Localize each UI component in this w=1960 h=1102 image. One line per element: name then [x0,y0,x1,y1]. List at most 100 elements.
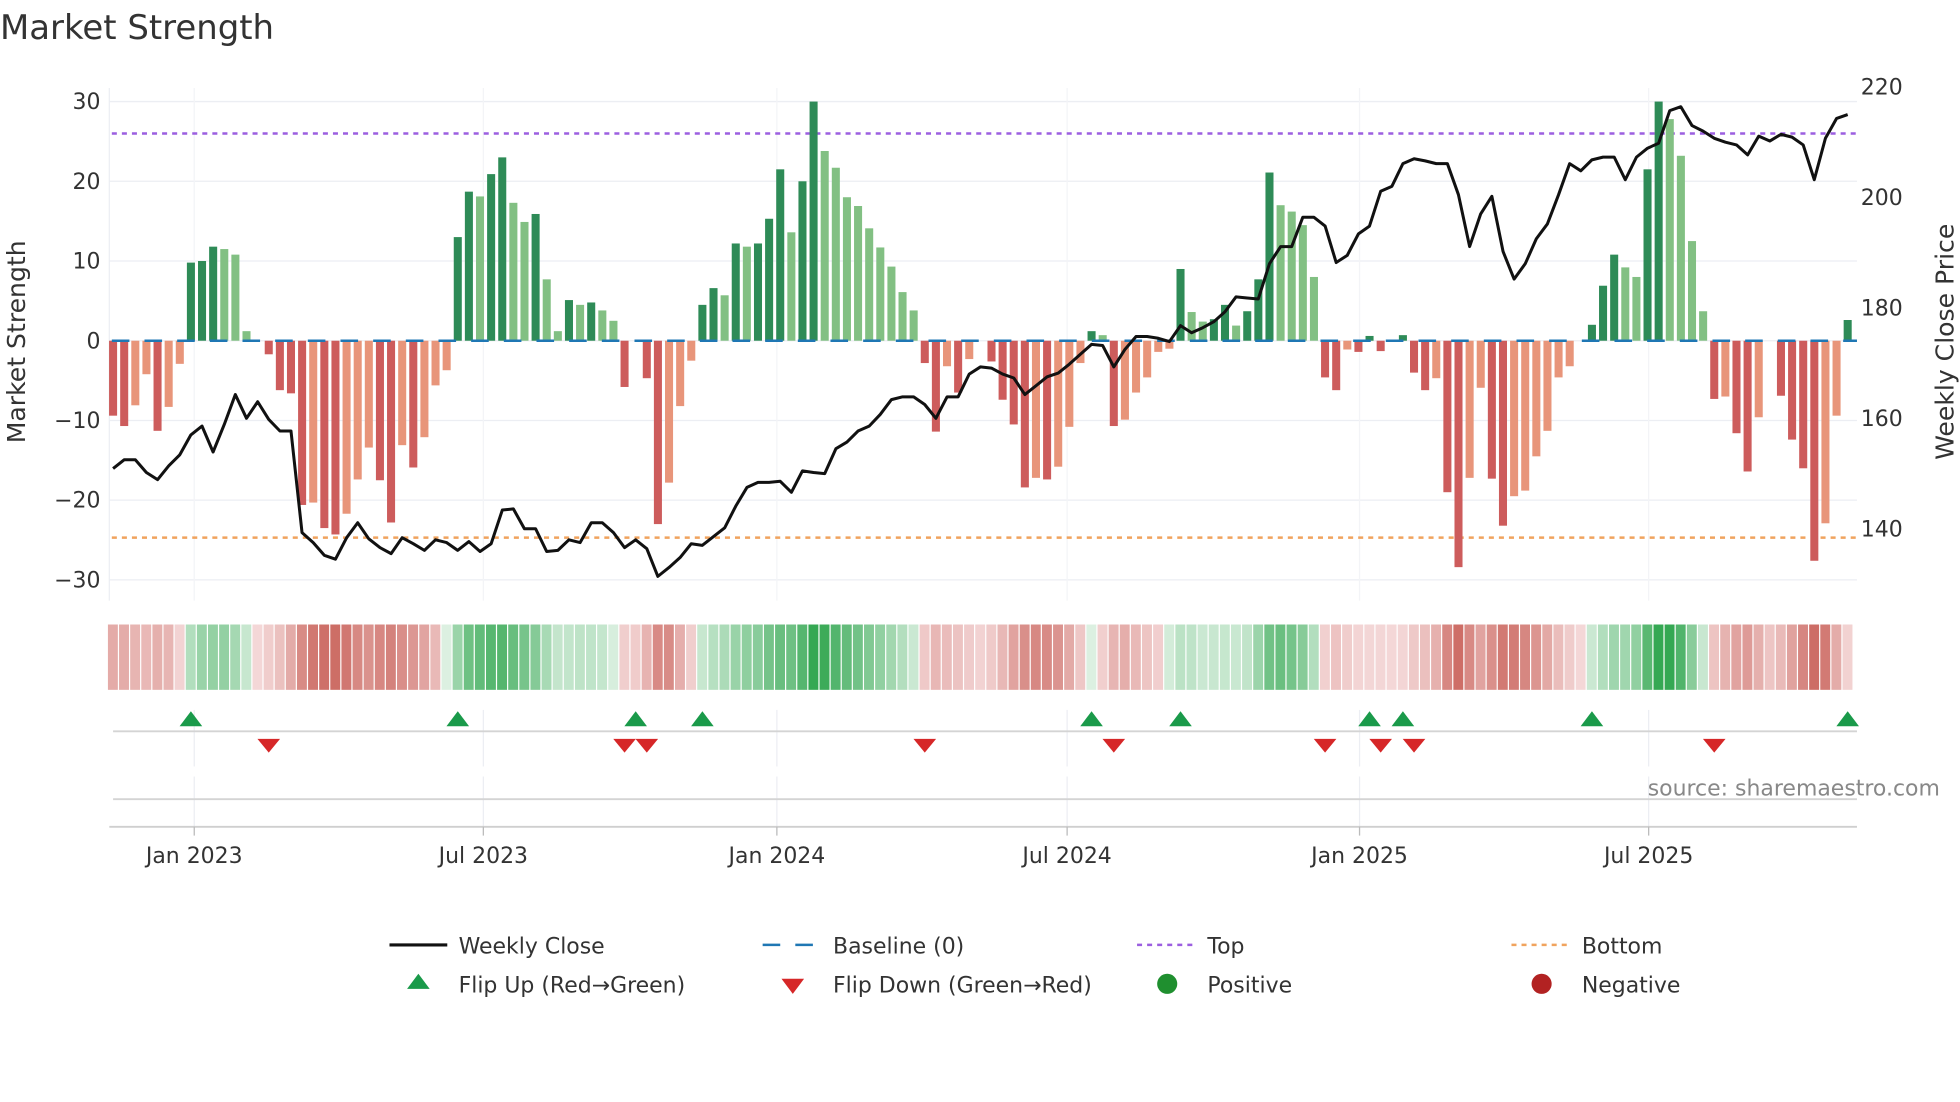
strength-bar [1343,340,1352,350]
flip-up-marker [691,711,714,727]
strip-cell [285,624,296,690]
strength-bar [1287,211,1296,341]
strength-bar [742,246,751,341]
flip-down-marker [913,738,937,753]
x-tick-label: Jan 2024 [727,844,826,869]
strip-cell [819,624,830,690]
strip-cell [1308,624,1319,690]
strength-bar [1565,340,1574,367]
flip-up-marker [1391,711,1415,727]
strength-bar [842,197,851,341]
strip-cell [363,624,374,690]
strength-bar [909,310,918,341]
strength-bar [1821,340,1830,524]
strip-cell [408,624,419,690]
legend-flip-down-label: Flip Down (Green→Red) [833,974,1092,999]
strength-bar [1410,340,1419,373]
strip-cell [697,624,708,690]
strength-bar [331,340,340,535]
strip-cell [1097,624,1108,690]
strength-bar [1665,119,1674,341]
strip-cell [864,624,874,690]
strength-bar [1521,340,1530,491]
strength-bar [1054,340,1063,467]
strength-bar [1243,311,1252,341]
strength-bar [1465,340,1474,478]
strip-cell [308,624,318,690]
strength-bar [531,213,540,341]
strip-cell [341,624,352,690]
strip-cell [385,624,396,690]
strength-bar [1788,340,1797,440]
strength-bar [442,340,451,371]
strength-bar [1454,340,1463,568]
strip-cell [1008,624,1019,690]
strip-cell [107,624,118,690]
strip-cell [1553,624,1564,690]
strip-cell [330,624,341,690]
strip-cell [786,624,797,690]
strength-bar [564,300,573,341]
strength-bar [1065,340,1074,427]
strip-cell [1809,624,1820,690]
strip-cell [397,624,407,690]
strength-bar [753,243,763,341]
legend-flip-down-icon [781,978,805,994]
strength-bar [720,295,729,341]
strip-cell [530,624,541,690]
strip-cell [1642,624,1653,690]
x-axis: Jan 2023 Jul 2023 Jan 2024 Jul 2024 Jan 2025… [109,825,1857,869]
strength-bar [431,340,440,386]
x-tick-label: Jul 2025 [1602,844,1693,869]
strip-cell [1686,624,1697,690]
flip-up-marker [1080,711,1103,727]
strength-bar [1710,340,1719,399]
strip-cell [130,624,141,690]
strength-bar [1643,169,1652,341]
strength-bar [498,157,507,341]
flip-down-marker [1702,738,1726,753]
strip-cell [1419,624,1430,690]
strip-cell [374,624,385,690]
strength-bar [1832,340,1841,416]
strength-bar [309,340,318,503]
strength-bar [1109,340,1118,427]
strength-bar [576,304,585,341]
x-tick-label: Jul 2024 [1020,844,1111,869]
strip-cell [1520,624,1530,690]
flip-down-marker [1402,738,1426,753]
strength-bar [1043,340,1052,480]
strength-bar [1309,276,1318,341]
strength-bar [1332,340,1341,391]
strength-bar [1799,340,1808,469]
strength-bar [798,181,807,341]
strip-cell [119,624,129,690]
strip-cell [1720,624,1731,690]
strip-cell [1842,624,1853,690]
y2-axis-label: Weekly Close Price [1931,224,1960,460]
strip-cell [1108,624,1119,690]
strength-bar [620,340,629,387]
strip-cell [1486,624,1497,690]
strip-cell [419,624,430,690]
legend-positive-icon [1157,973,1178,994]
strip-cell [686,624,697,690]
strength-bar [1232,325,1241,341]
strength-bar [475,196,485,341]
strength-bar [553,331,562,341]
strip-cell [1264,624,1275,690]
x-tick-label: Jan 2025 [1309,844,1408,869]
strength-bar [1676,155,1685,341]
legend-weekly-close-label: Weekly Close [459,935,605,960]
strip-cell [1475,624,1486,690]
strength-bar [364,340,373,448]
strength-bar [109,340,118,416]
y2-tick-label: 180 [1861,296,1903,321]
strength-bar [1721,340,1730,397]
strip-cell [230,624,241,690]
strip-cell [1709,624,1720,690]
strength-bar [1143,340,1152,378]
strip-cell [463,624,474,690]
flip-down-marker [635,738,659,753]
strip-cell [964,624,975,690]
